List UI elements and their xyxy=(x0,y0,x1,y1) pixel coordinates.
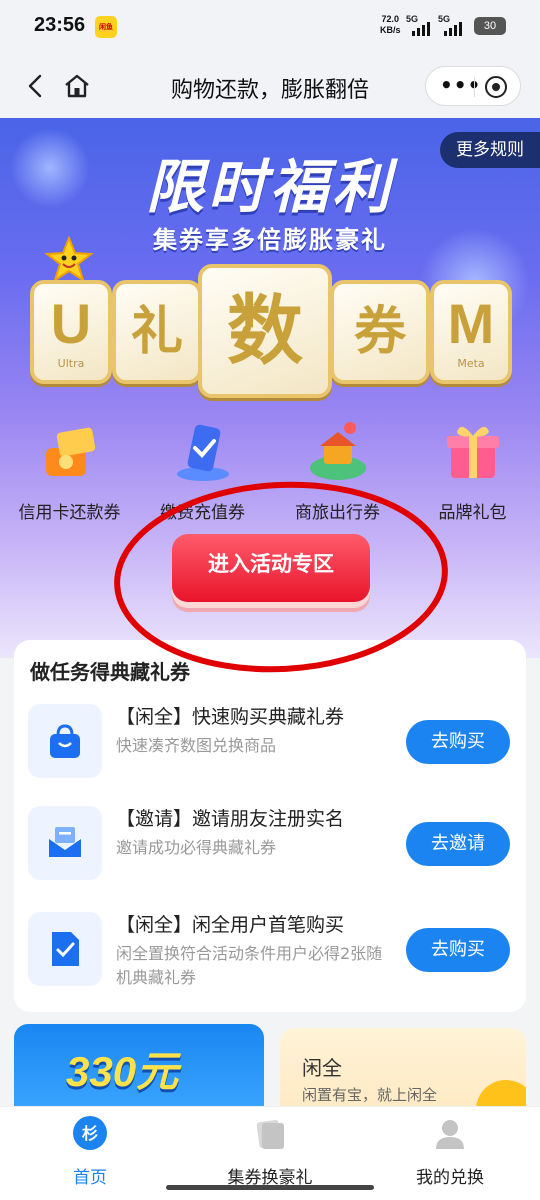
buy-button[interactable]: 去购买 xyxy=(406,928,510,972)
network-speed: 72.0 KB/s xyxy=(380,14,401,36)
tab-my-exchange[interactable]: 我的兑换 xyxy=(360,1115,540,1188)
document-check-icon xyxy=(52,932,79,966)
invite-button[interactable]: 去邀请 xyxy=(406,822,510,866)
category-travel[interactable]: 商旅出行券 xyxy=(270,418,405,523)
tasks-title: 做任务得典藏礼券 xyxy=(30,660,190,684)
card-shu-char: 数 xyxy=(227,286,303,375)
task-icon-bg xyxy=(28,912,102,986)
tab-label: 首页 xyxy=(73,1168,107,1188)
task-desc: 快速凑齐数图兑换商品 xyxy=(116,736,277,755)
category-label: 信用卡还款券 xyxy=(18,503,121,523)
category-label: 品牌礼包 xyxy=(438,503,507,523)
xianquan-subtitle: 闲置有宝，就上闲全 xyxy=(302,1086,438,1104)
credit-card-repay-icon xyxy=(45,427,95,476)
cashback-amount: 330元 xyxy=(66,1048,179,1095)
travel-icon xyxy=(309,422,366,480)
tab-collect[interactable]: 集券换豪礼 xyxy=(180,1115,360,1188)
signal-bars-2-icon xyxy=(444,22,462,36)
category-label: 商旅出行券 xyxy=(295,503,380,523)
card-shu: 数 xyxy=(198,264,332,398)
nav-bar: 购物还款，膨胀翻倍 ••• xyxy=(0,56,540,118)
phone-recharge-icon xyxy=(176,424,229,481)
network-speed-value: 72.0 xyxy=(381,14,400,24)
signal-bars-1-icon xyxy=(412,22,430,36)
svg-text:杉: 杉 xyxy=(82,1124,98,1143)
shopping-bag-icon xyxy=(50,724,80,758)
mail-icon xyxy=(49,827,81,857)
network-speed-unit: KB/s xyxy=(380,25,401,35)
task-item: 【邀请】邀请朋友注册实名 邀请成功必得典藏礼券 去邀请 xyxy=(14,798,526,888)
task-item: 【闲全】闲全用户首笔购买 闲全置换符合活动条件用户必得2张随机典藏礼券 去购买 xyxy=(14,904,526,994)
card-ultra-caption: Ultra xyxy=(57,357,85,370)
card-ultra: U Ultra xyxy=(30,280,112,384)
cashback-banner[interactable]: 330元 xyxy=(14,1024,264,1114)
tasks-card: 做任务得典藏礼券 【闲全】快速购买典藏礼券 快速凑齐数图兑换商品 去购买 【邀请… xyxy=(14,640,526,1012)
close-mini-program-icon[interactable] xyxy=(484,75,508,99)
status-bar: 23:56 闲鱼 72.0 KB/s 5G 5G 30 xyxy=(0,0,540,56)
card-li: 礼 xyxy=(112,280,202,384)
card-meta: M Meta xyxy=(430,280,512,384)
category-label: 缴费充值券 xyxy=(160,503,245,523)
tab-home[interactable]: 杉 首页 xyxy=(0,1115,180,1188)
task-title: 【闲全】闲全用户首笔购买 xyxy=(116,914,345,936)
task-item: 【闲全】快速购买典藏礼券 快速凑齐数图兑换商品 去购买 xyxy=(14,696,526,786)
task-title: 【邀请】邀请朋友注册实名 xyxy=(116,808,345,830)
more-menu-button[interactable]: ••• xyxy=(440,73,481,97)
xianquan-title: 闲全 xyxy=(302,1056,342,1080)
home-indicator xyxy=(166,1185,374,1190)
battery-icon: 30 xyxy=(474,17,506,35)
coupon-tab-icon xyxy=(256,1119,284,1149)
xianquan-banner[interactable]: 闲全 闲置有宝，就上闲全 xyxy=(280,1028,526,1114)
gift-box-icon xyxy=(446,426,499,478)
category-gift[interactable]: 品牌礼包 xyxy=(405,418,540,523)
task-desc: 邀请成功必得典藏礼券 xyxy=(116,838,277,857)
task-desc: 闲全置换符合活动条件用户必得2张随机典藏礼券 xyxy=(116,944,383,987)
category-recharge[interactable]: 缴费充值券 xyxy=(135,418,270,523)
task-icon-bg xyxy=(28,806,102,880)
capsule-divider xyxy=(474,77,475,97)
buy-button[interactable]: 去购买 xyxy=(406,720,510,764)
star-mascot-icon xyxy=(44,236,94,283)
profile-tab-icon xyxy=(436,1120,464,1149)
category-credit-card[interactable]: 信用卡还款券 xyxy=(2,418,137,523)
home-tab-icon: 杉 xyxy=(73,1116,107,1150)
status-time: 23:56 xyxy=(34,14,86,36)
card-quan-char: 券 xyxy=(353,302,406,362)
promo-hero: 更多规则 限时福利 集券享多倍膨胀豪礼 U Ultra 礼 数 券 M Meta… xyxy=(0,118,540,658)
card-ultra-letter: U xyxy=(50,292,92,355)
mini-program-capsule: ••• xyxy=(425,66,521,106)
task-icon-bg xyxy=(28,704,102,778)
card-meta-caption: Meta xyxy=(457,357,485,370)
app-notification-icon: 闲鱼 xyxy=(95,16,117,38)
enter-activity-button[interactable]: 进入活动专区 xyxy=(172,534,370,602)
card-quan: 券 xyxy=(330,280,430,384)
card-meta-letter: M xyxy=(447,292,495,355)
tab-label: 我的兑换 xyxy=(416,1168,484,1188)
card-li-char: 礼 xyxy=(130,302,183,362)
task-title: 【闲全】快速购买典藏礼券 xyxy=(116,706,345,728)
hero-title: 限时福利 xyxy=(145,153,394,221)
